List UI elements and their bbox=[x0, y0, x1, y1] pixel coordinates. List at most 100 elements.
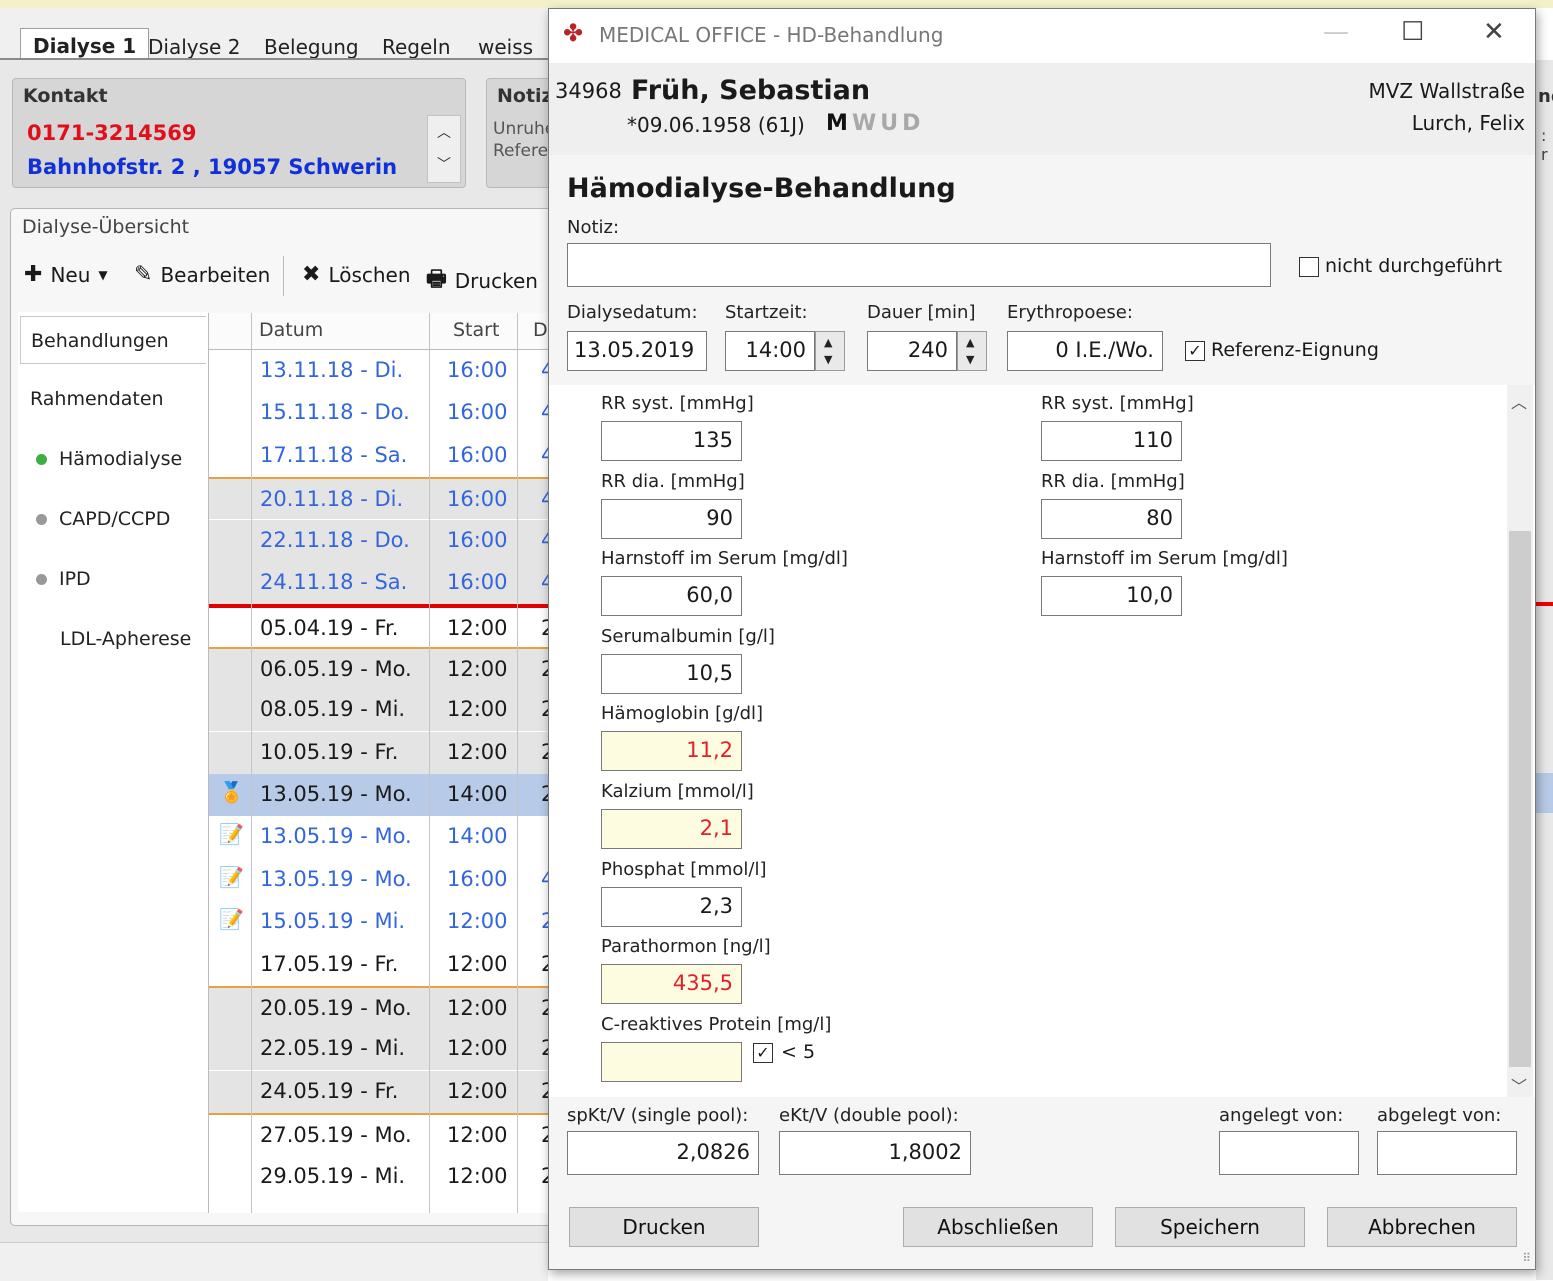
start-time-input[interactable]: 14:00 bbox=[725, 331, 815, 371]
spktv-input[interactable]: 2,0826 bbox=[567, 1131, 759, 1175]
not-performed-checkbox[interactable] bbox=[1299, 257, 1319, 277]
treatment-grid: Datum Start D 13.11.18 - Di.16:00415.11.… bbox=[208, 313, 549, 1213]
table-row[interactable]: 29.05.19 - Mi.12:002 bbox=[209, 1155, 549, 1198]
archived-by-input[interactable] bbox=[1377, 1131, 1517, 1175]
duration-spinner[interactable]: ▲ ▼ bbox=[957, 331, 987, 371]
nav-rahmendaten[interactable]: Rahmendaten bbox=[30, 388, 164, 410]
table-row[interactable]: 17.05.19 - Fr.12:002 bbox=[209, 943, 549, 986]
duration-input[interactable]: 240 bbox=[867, 331, 957, 371]
reference-checkbox[interactable]: ✓ bbox=[1185, 341, 1205, 361]
lab-field-input[interactable]: 2,1 bbox=[601, 809, 742, 849]
table-row[interactable]: 06.05.19 - Mo.12:002 bbox=[209, 646, 549, 689]
row-date: 22.05.19 - Mi. bbox=[260, 1036, 406, 1061]
duration-label: Dauer [min] bbox=[867, 302, 976, 323]
table-row[interactable]: 17.11.18 - Sa.16:004 bbox=[209, 434, 549, 477]
spin-down-icon[interactable]: ▼ bbox=[966, 353, 974, 366]
right-strip-text: nd bbox=[1538, 86, 1553, 107]
lab-field-input[interactable]: 110 bbox=[1041, 421, 1182, 461]
col-header-datum[interactable]: Datum bbox=[259, 319, 323, 341]
note-input[interactable] bbox=[567, 243, 1271, 287]
nav-haemodialyse[interactable]: Hämodialyse bbox=[36, 448, 182, 470]
status-dot-icon bbox=[36, 574, 47, 585]
reference-badge-icon: 🏅 bbox=[219, 780, 244, 804]
lab-field-input[interactable]: 10,5 bbox=[601, 653, 742, 694]
erythropoese-input[interactable]: 0 I.E./Wo. bbox=[1007, 331, 1163, 371]
sex-selected[interactable]: M bbox=[826, 111, 848, 136]
print-dialog-button[interactable]: Drucken bbox=[569, 1207, 759, 1247]
maximize-icon[interactable]: ☐ bbox=[1401, 17, 1424, 47]
spin-up-icon[interactable]: ▲ bbox=[824, 336, 832, 349]
lab-field-input[interactable]: 135 bbox=[601, 421, 742, 461]
row-start: 16:00 bbox=[447, 487, 508, 512]
lab-field-input[interactable]: 2,3 bbox=[601, 886, 742, 927]
close-icon[interactable]: ✕ bbox=[1483, 17, 1505, 47]
table-row[interactable]: 22.11.18 - Do.16:004 bbox=[209, 519, 549, 562]
nav-behandlungen[interactable]: Behandlungen bbox=[20, 316, 206, 364]
minimize-icon[interactable]: — bbox=[1323, 17, 1349, 47]
lab-field-input[interactable]: 60,0 bbox=[601, 576, 742, 617]
sex-options[interactable]: WUD bbox=[852, 111, 924, 136]
contact-scrollbar[interactable]: ︿ ﹀ bbox=[427, 115, 461, 183]
chevron-down-icon[interactable]: ﹀ bbox=[437, 154, 451, 174]
toolbar-separator bbox=[283, 256, 284, 296]
spin-up-icon[interactable]: ▲ bbox=[966, 336, 974, 349]
table-row[interactable]: 📝15.05.19 - Mi.12:002 bbox=[209, 901, 549, 944]
finalize-button[interactable]: Abschließen bbox=[903, 1207, 1093, 1247]
lab-field-input[interactable]: 11,2 bbox=[601, 731, 742, 772]
lab-field-input[interactable]: 90 bbox=[601, 498, 742, 539]
crp-below-5-checkbox[interactable]: ✓ bbox=[753, 1043, 773, 1063]
print-button-label: Drucken bbox=[454, 269, 538, 293]
table-row[interactable]: 🏅13.05.19 - Mo.14:002 bbox=[209, 774, 549, 816]
save-button[interactable]: Speichern bbox=[1115, 1207, 1305, 1247]
table-row[interactable]: 05.04.19 - Fr.12:002 bbox=[209, 604, 549, 647]
start-time-spinner[interactable]: ▲ ▼ bbox=[815, 331, 845, 371]
lab-field-input[interactable]: 10,0 bbox=[1041, 576, 1182, 617]
cancel-button[interactable]: Abbrechen bbox=[1327, 1207, 1517, 1247]
delete-button[interactable]: ✖ Löschen bbox=[302, 262, 411, 287]
table-row[interactable]: 📝 13.05.19 - Mo. 14:00 bbox=[209, 816, 549, 859]
tab-underline bbox=[0, 58, 548, 60]
scroll-up-icon[interactable]: ︿ bbox=[1511, 389, 1527, 413]
grid-column-line bbox=[251, 313, 252, 1213]
nav-ipd[interactable]: IPD bbox=[36, 568, 91, 590]
table-row[interactable]: 24.11.18 - Sa.16:004 bbox=[209, 562, 549, 604]
table-row[interactable]: 13.11.18 - Di.16:004 bbox=[209, 350, 549, 392]
row-date: 13.05.19 - Mo. bbox=[260, 866, 412, 891]
right-strip-red-line bbox=[1536, 602, 1553, 606]
table-row[interactable]: 15.11.18 - Do.16:004 bbox=[209, 392, 549, 435]
table-row[interactable]: 20.11.18 - Di.16:004 bbox=[209, 477, 549, 520]
note-field-label: Notiz: bbox=[567, 217, 620, 238]
table-row[interactable]: 📝13.05.19 - Mo.16:004 bbox=[209, 858, 549, 901]
print-button[interactable]: 🖶 Drucken bbox=[426, 262, 538, 300]
lab-field-input[interactable]: 80 bbox=[1041, 498, 1182, 539]
plus-icon: ✚ bbox=[24, 262, 43, 287]
table-row[interactable]: 22.05.19 - Mi.12:002 bbox=[209, 1028, 549, 1071]
table-row[interactable]: 10.05.19 - Fr.12:002 bbox=[209, 731, 549, 774]
ektv-input[interactable]: 1,8002 bbox=[779, 1131, 971, 1175]
lab-field-label: RR dia. [mmHg] bbox=[1041, 470, 1185, 492]
lab-field-input[interactable] bbox=[601, 1041, 742, 1082]
spin-down-icon[interactable]: ▼ bbox=[824, 353, 832, 366]
col-header-start[interactable]: Start bbox=[453, 319, 499, 341]
table-row[interactable]: 27.05.19 - Mo.12:002 bbox=[209, 1113, 549, 1156]
new-button[interactable]: ✚ Neu ▼ bbox=[24, 262, 108, 287]
chevron-up-icon[interactable]: ︿ bbox=[437, 122, 451, 142]
nav-ldl-apherese[interactable]: LDL-Apherese bbox=[60, 628, 191, 650]
lab-values-scroll-area[interactable]: RR syst. [mmHg] 135 RR dia. [mmHg] 90 Harnst… bbox=[549, 385, 1535, 1097]
lab-field-input[interactable]: 435,5 bbox=[601, 964, 742, 1005]
dialysis-date-input[interactable]: 13.05.2019 bbox=[567, 331, 707, 371]
row-date: 05.04.19 - Fr. bbox=[260, 616, 399, 641]
table-row[interactable]: 20.05.19 - Mo.12:002 bbox=[209, 986, 549, 1028]
table-row[interactable]: 08.05.19 - Mi.12:002 bbox=[209, 689, 549, 732]
table-row[interactable]: 24.05.19 - Fr.12:002 bbox=[209, 1070, 549, 1113]
scroll-down-icon[interactable]: ﹀ bbox=[1511, 1073, 1527, 1097]
created-by-input[interactable] bbox=[1219, 1131, 1359, 1175]
scrollbar-thumb[interactable] bbox=[1509, 531, 1531, 1067]
edit-button[interactable]: ✎ Bearbeiten bbox=[134, 262, 270, 287]
lab-field-label: RR syst. [mmHg] bbox=[1041, 393, 1194, 414]
resize-grip-icon[interactable]: ⠿ bbox=[1522, 1251, 1531, 1265]
dropdown-arrow-icon[interactable]: ▼ bbox=[98, 268, 107, 282]
nav-capd[interactable]: CAPD/CCPD bbox=[36, 508, 170, 530]
app-logo-icon: ✤ bbox=[563, 19, 584, 47]
col-header-d[interactable]: D bbox=[533, 319, 548, 341]
